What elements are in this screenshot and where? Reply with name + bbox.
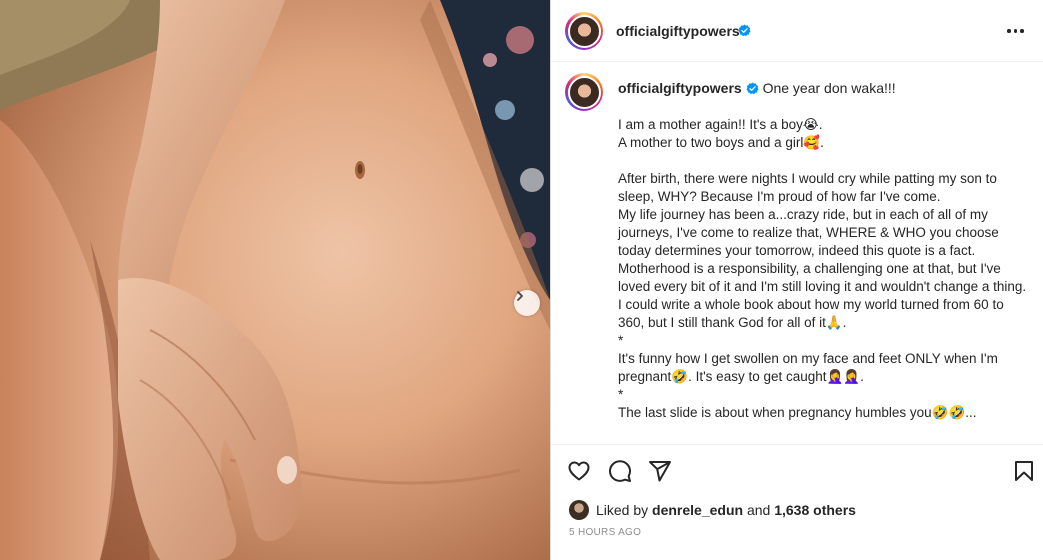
liked-by-user[interactable]: denrele_edun — [652, 502, 743, 518]
comment-icon[interactable] — [608, 459, 632, 483]
more-options-icon[interactable] — [1007, 22, 1024, 40]
liked-by-others[interactable]: 1,638 others — [774, 502, 856, 518]
heart-icon[interactable] — [567, 459, 591, 483]
chevron-right-icon — [517, 291, 523, 301]
next-slide-button[interactable] — [514, 290, 540, 316]
avatar[interactable] — [565, 12, 603, 50]
caption-line: The last slide is about when pregnancy h… — [618, 405, 977, 420]
avatar-image — [567, 75, 601, 109]
caption-line: It's funny how I get swollen on my face … — [618, 351, 998, 384]
caption-line: * — [618, 387, 624, 402]
bookmark-icon[interactable] — [1012, 459, 1036, 483]
caption-line: After birth, there were nights I would c… — [618, 171, 997, 204]
caption-line: I am a mother again!! It's a boy😭. — [618, 117, 823, 132]
post-photo — [0, 0, 550, 560]
verified-badge-icon — [746, 82, 759, 95]
post-details-panel: officialgiftypowers officialgiftypowers … — [550, 0, 1043, 560]
post-media[interactable] — [0, 0, 550, 560]
caption-line: Motherhood is a responsibility, a challe… — [618, 261, 1027, 294]
caption-username[interactable]: officialgiftypowers — [618, 80, 742, 96]
caption-section: officialgiftypowers One year don waka!!!… — [551, 63, 1043, 445]
caption-line: I could write a whole book about how my … — [618, 297, 1004, 330]
caption-header: officialgiftypowers One year don waka!!! — [618, 80, 896, 96]
verified-badge-icon — [738, 24, 751, 37]
caption-title: One year don waka!!! — [762, 80, 896, 96]
paper-plane-icon[interactable] — [648, 459, 672, 483]
header-username[interactable]: officialgiftypowers — [616, 23, 740, 39]
caption-avatar[interactable] — [565, 73, 603, 111]
avatar-image — [567, 14, 601, 48]
action-bar — [551, 456, 1043, 488]
post-header: officialgiftypowers — [551, 0, 1043, 62]
liker-avatar[interactable] — [569, 500, 589, 520]
caption-line: My life journey has been a...crazy ride,… — [618, 207, 999, 258]
caption-line: * — [618, 333, 624, 348]
caption-text: I am a mother again!! It's a boy😭. A mot… — [618, 116, 1028, 422]
likes-summary: Liked by denrele_edun and 1,638 others — [569, 500, 856, 520]
post-timestamp[interactable]: 5 HOURS AGO — [569, 527, 641, 538]
liked-by-and: and — [746, 502, 771, 518]
liked-by-prefix: Liked by — [596, 502, 649, 518]
caption-line: A mother to two boys and a girl🥰. — [618, 135, 824, 150]
